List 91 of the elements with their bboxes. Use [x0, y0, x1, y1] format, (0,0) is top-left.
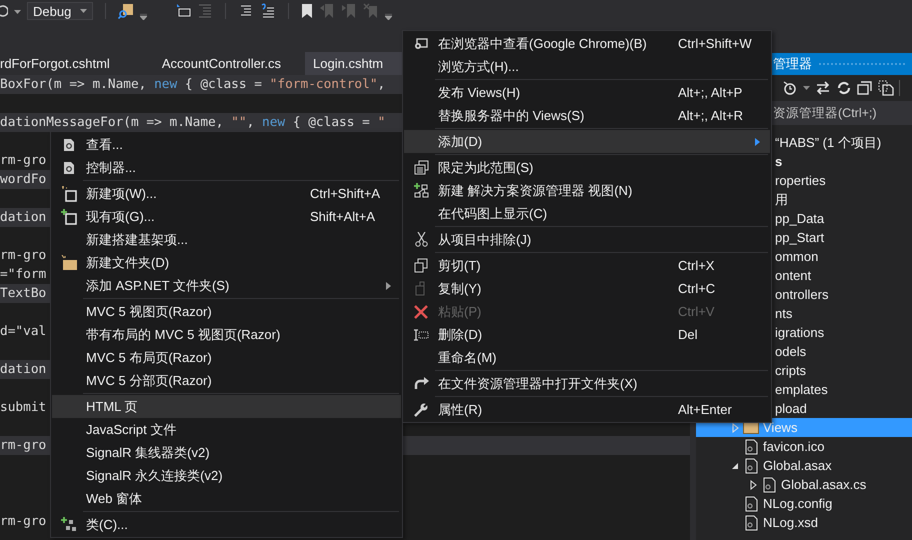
tree-item[interactable]: NLog.xsd — [696, 513, 912, 532]
document-icon — [63, 138, 75, 152]
refresh-icon[interactable] — [836, 80, 852, 96]
menu-item[interactable]: SignalR 永久连接类(v2) — [52, 464, 401, 487]
caret-icon[interactable] — [140, 14, 147, 20]
code-line: rm-gro — [0, 153, 46, 168]
document-tab[interactable]: AccountController.cs — [150, 52, 306, 75]
caret-icon — [80, 9, 87, 13]
file-icon — [744, 496, 758, 512]
scissors-icon — [414, 232, 428, 247]
menu-item[interactable]: SignalR 集线器类(v2) — [52, 441, 401, 464]
menu-item[interactable]: 复制(Y) Ctrl+C — [404, 277, 770, 300]
panel-title: 管理器 — [773, 55, 812, 73]
file-icon — [744, 514, 758, 530]
wrench-icon — [414, 402, 428, 416]
code-line: submit — [0, 400, 46, 415]
tree-item[interactable]: favicon.ico — [696, 437, 912, 456]
configuration-dropdown[interactable]: Debug — [27, 2, 93, 20]
file-icon — [762, 476, 776, 492]
code-map-icon — [414, 183, 428, 198]
menu-item[interactable]: 类(C)... — [52, 513, 401, 536]
file-icon — [744, 438, 758, 454]
delete-icon — [414, 304, 428, 318]
menu-item[interactable]: 新建搭建基架项... — [52, 228, 401, 251]
document-tab[interactable]: rdForForgot.cshtml — [0, 52, 150, 75]
sync-icon[interactable] — [815, 80, 831, 96]
menu-item[interactable]: 添加(D) — [404, 130, 770, 153]
new-folder-icon — [61, 255, 77, 270]
menu-item[interactable]: 重命名(M) — [404, 346, 770, 369]
code-line: rm-gro — [0, 514, 46, 529]
previous-bookmark-icon — [319, 3, 335, 19]
code-line: BoxFor(m => m.Name, new { @class = "form-control", — [0, 77, 386, 92]
copy-icon — [414, 258, 428, 273]
menu-item[interactable]: HTML 页 — [52, 395, 401, 418]
menu-item[interactable]: 新建项(W)... Ctrl+Shift+A — [52, 182, 401, 205]
code-line: wordFo — [0, 172, 46, 187]
bookmark-icon[interactable] — [301, 3, 313, 19]
menu-item[interactable]: MVC 5 分部页(Razor) — [52, 369, 401, 392]
menu-item[interactable]: 剪切(T) Ctrl+X — [404, 254, 770, 277]
menu-item[interactable]: 从项目中排除(J) — [404, 228, 770, 251]
submenu-arrow-icon — [386, 282, 391, 290]
menu-item[interactable]: 在文件资源管理器中打开文件夹(X) — [404, 372, 770, 395]
menu-item[interactable]: 带有布局的 MVC 5 视图页(Razor) — [52, 323, 401, 346]
tree-item[interactable]: Global.asax — [696, 456, 912, 475]
redo-arrow-icon — [414, 377, 428, 390]
paste-icon — [414, 281, 428, 296]
menu-item[interactable]: 控制器... — [52, 156, 401, 179]
menu-item[interactable]: 发布 Views(H) Alt+;, Alt+P — [404, 81, 770, 104]
caret-icon[interactable] — [14, 10, 21, 14]
menu-item[interactable]: 限定为此范围(S) — [404, 156, 770, 179]
find-in-files-icon[interactable] — [118, 3, 134, 19]
code-line: TextBo — [0, 286, 46, 301]
collapse-arrow-icon[interactable] — [731, 462, 739, 470]
menu-item[interactable]: MVC 5 视图页(Razor) — [52, 300, 401, 323]
code-line: ="form — [0, 267, 46, 282]
add-class-icon — [61, 517, 77, 532]
file-icon — [744, 458, 758, 474]
document-icon — [63, 160, 75, 174]
menu-item[interactable]: 新建文件夹(D) — [52, 251, 401, 274]
clear-bookmarks-icon — [363, 3, 379, 19]
refresh-icon[interactable] — [0, 4, 8, 18]
browser-icon — [414, 38, 428, 50]
history-icon[interactable] — [782, 80, 798, 96]
menu-item[interactable]: MVC 5 布局页(Razor) — [52, 346, 401, 369]
menu-item[interactable]: 新建 解决方案资源管理器 视图(N) — [404, 179, 770, 202]
code-line: dation — [0, 210, 46, 225]
add-item-icon — [61, 208, 77, 224]
new-item-icon — [61, 186, 77, 202]
menu-item[interactable]: 属性(R) Alt+Enter — [404, 398, 770, 421]
submenu-arrow-icon — [755, 138, 760, 146]
menu-item[interactable]: 删除(D) Del — [404, 323, 770, 346]
expand-arrow-icon[interactable] — [750, 480, 756, 490]
caret-icon[interactable] — [385, 14, 392, 20]
next-bookmark-icon — [341, 3, 357, 19]
menu-item[interactable]: Web 窗体 — [52, 487, 401, 510]
menu-item[interactable]: 在浏览器中查看(Google Chrome)(B) Ctrl+Shift+W — [404, 32, 770, 55]
menu-item[interactable]: 查看... — [52, 133, 401, 156]
menu-item[interactable]: 在代码图上显示(C) — [404, 202, 770, 225]
tree-item[interactable]: Global.asax.cs — [696, 475, 912, 494]
code-line: dation — [0, 362, 46, 377]
caret-icon[interactable] — [803, 86, 810, 90]
code-line: d="val — [0, 324, 46, 339]
code-line: dationMessageFor(m => m.Name, "", new { @class = " — [0, 115, 386, 130]
code-line: rm-gro — [0, 438, 46, 453]
menu-item[interactable]: JavaScript 文件 — [52, 418, 401, 441]
rename-icon — [413, 328, 429, 340]
code-line: rm-gro — [0, 248, 46, 263]
menu-item[interactable]: 添加 ASP.NET 文件夹(S) — [52, 274, 401, 297]
tree-item[interactable]: NLog.config — [696, 494, 912, 513]
expand-arrow-icon[interactable] — [732, 422, 738, 432]
menu-item[interactable]: 现有项(G)... Shift+Alt+A — [52, 205, 401, 228]
